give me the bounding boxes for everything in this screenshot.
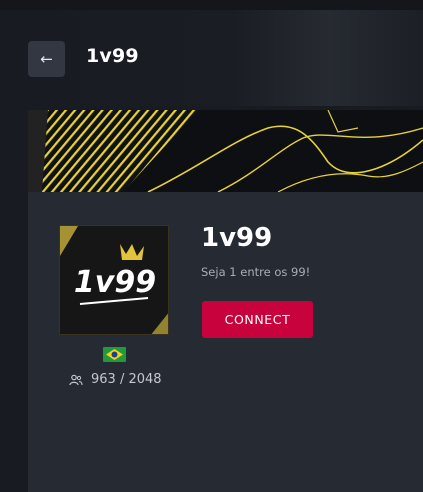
arrow-left-icon: ← (40, 50, 53, 68)
brazil-flag-icon (103, 347, 126, 362)
avatar-logo-text: 1v99 (74, 265, 156, 300)
server-panel: 1v99 963 / 2048 1v99 Seja 1 entre os 99!… (28, 110, 423, 492)
back-button[interactable]: ← (28, 41, 65, 77)
app-logo (36, 0, 76, 4)
player-count-text: 963 / 2048 (91, 372, 162, 387)
player-count: 963 / 2048 (69, 372, 162, 387)
server-description: Seja 1 entre os 99! (201, 265, 311, 279)
server-banner (28, 110, 423, 192)
connect-button[interactable]: CONNECT (202, 301, 313, 338)
page-title: 1v99 (86, 45, 139, 67)
users-icon (69, 374, 83, 385)
server-avatar: 1v99 (59, 225, 169, 335)
server-name: 1v99 (201, 223, 273, 253)
